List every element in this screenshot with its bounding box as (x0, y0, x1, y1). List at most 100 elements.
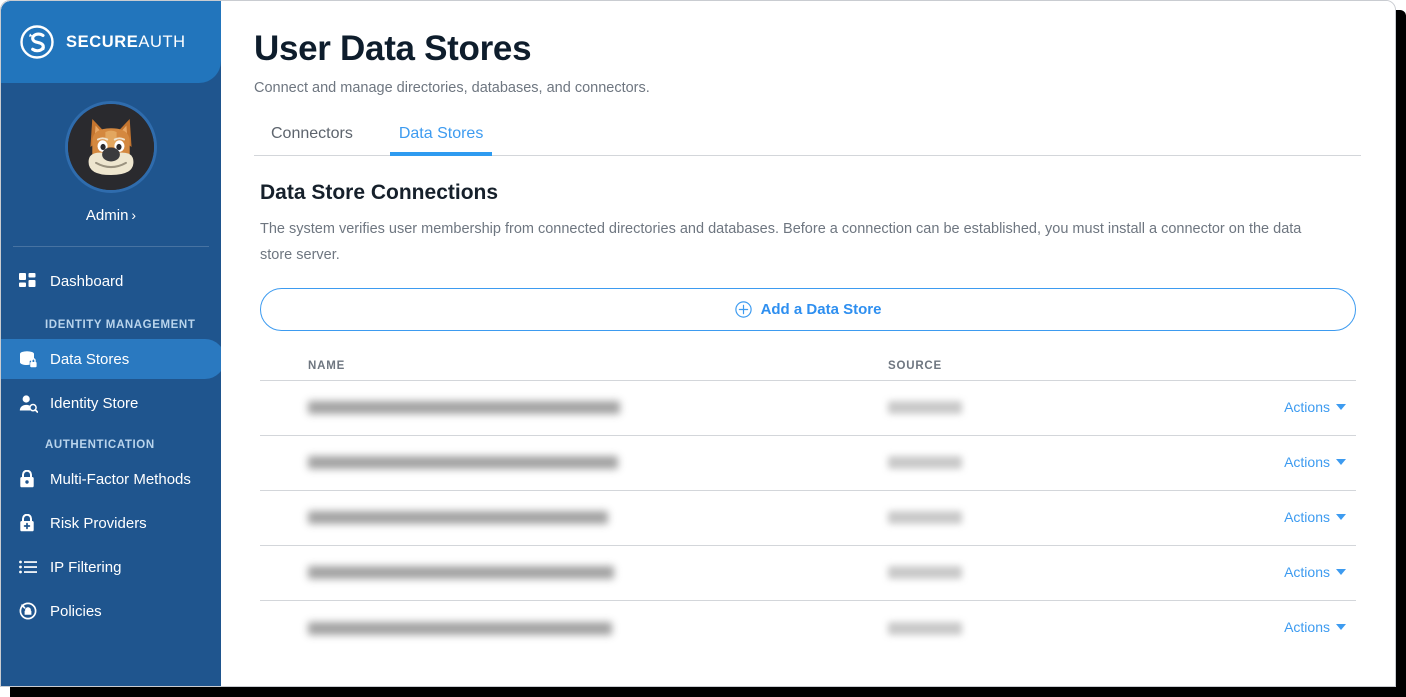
brand-name-light: AUTH (138, 33, 185, 51)
table-row: Actions (260, 546, 1356, 601)
cell-source (888, 511, 1258, 524)
avatar (65, 101, 157, 193)
column-header-source: SOURCE (888, 360, 1258, 372)
cell-source (888, 401, 1258, 414)
plus-circle-icon (735, 301, 752, 318)
sidebar-item-label: Dashboard (50, 274, 123, 289)
table-row: Actions (260, 381, 1356, 436)
redacted-name-value (308, 566, 614, 579)
actions-label: Actions (1284, 454, 1330, 470)
section-description: The system verifies user membership from… (260, 217, 1320, 269)
redacted-source-value (888, 622, 962, 635)
sidebar: SECUREAUTH (1, 1, 221, 687)
actions-dropdown[interactable]: Actions (1284, 564, 1346, 580)
actions-dropdown[interactable]: Actions (1284, 509, 1346, 525)
sidebar-group-identity-management: IDENTITY MANAGEMENT (1, 319, 221, 331)
chevron-down-icon (1336, 404, 1346, 410)
dashboard-grid-icon (19, 271, 41, 291)
database-lock-icon (19, 349, 41, 369)
actions-dropdown[interactable]: Actions (1284, 399, 1346, 415)
table-row: Actions (260, 436, 1356, 491)
data-store-connections-section: Data Store Connections The system verifi… (254, 181, 1361, 656)
actions-label: Actions (1284, 564, 1330, 580)
user-search-icon (19, 393, 41, 413)
brand-name-strong: SECURE (66, 33, 138, 51)
section-title: Data Store Connections (260, 181, 1361, 205)
cell-actions: Actions (1258, 619, 1354, 637)
list-icon (19, 557, 41, 577)
sidebar-item-label: Data Stores (50, 352, 129, 367)
sidebar-group-authentication: AUTHENTICATION (1, 439, 221, 451)
sidebar-item-multi-factor-methods[interactable]: Multi-Factor Methods (1, 459, 221, 499)
sidebar-item-label: IP Filtering (50, 560, 121, 575)
corgi-avatar-icon (68, 104, 154, 190)
profile-name[interactable]: Admin› (1, 207, 221, 224)
redacted-source-value (888, 511, 962, 524)
actions-label: Actions (1284, 399, 1330, 415)
cell-source (888, 456, 1258, 469)
tab-connectors[interactable]: Connectors (262, 125, 362, 155)
secureauth-s-logo-icon (19, 24, 55, 60)
redacted-source-value (888, 401, 962, 414)
cell-name (308, 401, 888, 414)
chevron-down-icon (1336, 624, 1346, 630)
table-row: Actions (260, 491, 1356, 546)
chevron-down-icon (1336, 459, 1346, 465)
cell-actions: Actions (1258, 509, 1354, 527)
column-header-name: NAME (308, 360, 888, 372)
cell-source (888, 622, 1258, 635)
window-shadow-bottom (10, 687, 1406, 697)
redacted-source-value (888, 566, 962, 579)
tab-data-stores[interactable]: Data Stores (390, 125, 492, 155)
brand-header[interactable]: SECUREAUTH (1, 1, 221, 83)
app-window: SECUREAUTH (0, 0, 1396, 687)
sidebar-item-label: Risk Providers (50, 516, 147, 531)
profile-name-label: Admin (86, 207, 129, 224)
window-shadow-right (1396, 10, 1406, 697)
redacted-name-value (308, 511, 608, 524)
sidebar-item-ip-filtering[interactable]: IP Filtering (1, 547, 221, 587)
cell-name (308, 511, 888, 524)
cell-name (308, 622, 888, 635)
actions-dropdown[interactable]: Actions (1284, 619, 1346, 635)
sidebar-item-policies[interactable]: Policies (1, 591, 221, 631)
redacted-name-value (308, 622, 612, 635)
sidebar-item-data-stores[interactable]: Data Stores (1, 339, 221, 379)
actions-label: Actions (1284, 619, 1330, 635)
sidebar-item-dashboard[interactable]: Dashboard (1, 261, 221, 301)
cell-name (308, 456, 888, 469)
page-title: User Data Stores (254, 29, 1361, 69)
redacted-source-value (888, 456, 962, 469)
chevron-right-icon: › (131, 207, 136, 223)
actions-label: Actions (1284, 509, 1330, 525)
policy-shield-icon (19, 601, 41, 621)
cell-name (308, 566, 888, 579)
table-row: Actions (260, 601, 1356, 656)
add-data-store-label: Add a Data Store (761, 301, 882, 318)
sidebar-item-label: Identity Store (50, 396, 138, 411)
cell-actions: Actions (1258, 399, 1354, 417)
add-data-store-button[interactable]: Add a Data Store (260, 288, 1356, 331)
sidebar-nav: Dashboard IDENTITY MANAGEMENT Data Store… (1, 261, 221, 631)
sidebar-item-identity-store[interactable]: Identity Store (1, 383, 221, 423)
brand-name: SECUREAUTH (66, 33, 186, 52)
cell-actions: Actions (1258, 454, 1354, 472)
sidebar-item-risk-providers[interactable]: Risk Providers (1, 503, 221, 543)
chevron-down-icon (1336, 514, 1346, 520)
redacted-name-value (308, 456, 618, 469)
sidebar-item-label: Policies (50, 604, 102, 619)
page-subtitle: Connect and manage directories, database… (254, 80, 1361, 96)
cell-actions: Actions (1258, 564, 1354, 582)
actions-dropdown[interactable]: Actions (1284, 454, 1346, 470)
table-header-row: NAME SOURCE (260, 353, 1356, 381)
data-stores-table: NAME SOURCE Actions (260, 353, 1356, 656)
sidebar-divider (13, 246, 209, 247)
main-content: User Data Stores Connect and manage dire… (221, 1, 1396, 687)
redacted-name-value (308, 401, 620, 414)
lock-plus-icon (19, 513, 41, 533)
sidebar-item-label: Multi-Factor Methods (50, 472, 191, 487)
profile-block[interactable]: Admin› (1, 83, 221, 224)
lock-icon (19, 469, 41, 489)
cell-source (888, 566, 1258, 579)
chevron-down-icon (1336, 569, 1346, 575)
